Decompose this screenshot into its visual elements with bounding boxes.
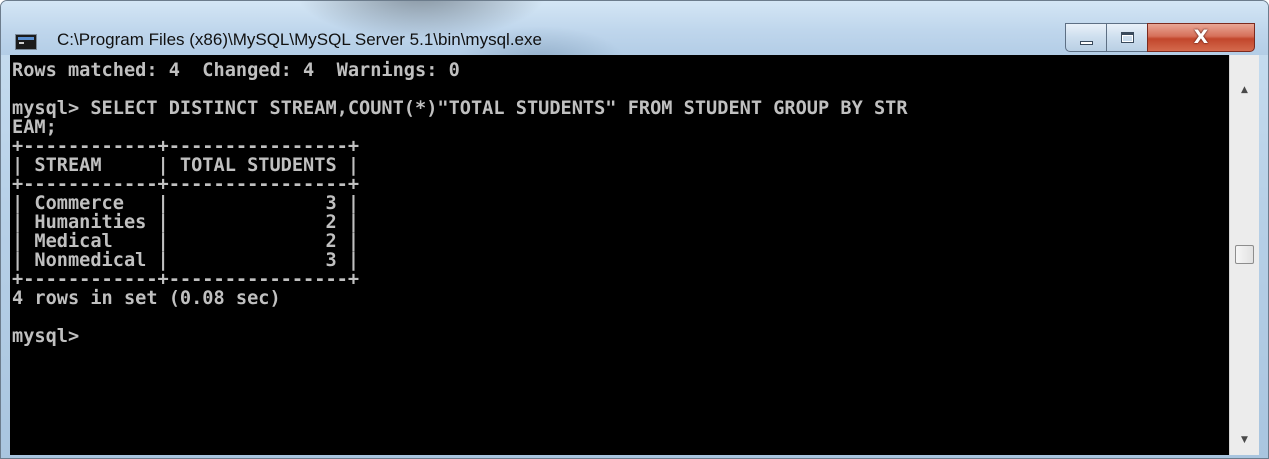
close-icon: X [1193, 26, 1209, 48]
close-button[interactable]: X [1147, 23, 1255, 52]
scroll-up-arrow-icon[interactable]: ▲ [1230, 77, 1259, 103]
console-line: +------------+----------------+ [12, 269, 360, 290]
minimize-icon [1079, 40, 1093, 45]
console-line: +------------+----------------+ [12, 136, 360, 157]
console-output-area[interactable]: Rows matched: 4 Changed: 4 Warnings: 0 m… [10, 55, 1229, 455]
minimize-button[interactable] [1065, 23, 1107, 52]
console-line: 4 rows in set (0.08 sec) [12, 288, 281, 309]
console-line: EAM; [12, 117, 57, 138]
console-line: mysql> SELECT DISTINCT STREAM,COUNT(*)"T… [12, 98, 908, 119]
console-line: +------------+----------------+ [12, 174, 360, 195]
console-line: | Nonmedical | 3 | [12, 250, 360, 271]
console-window: C:\Program Files (x86)\MySQL\MySQL Serve… [0, 0, 1269, 459]
scroll-down-arrow-icon[interactable]: ▼ [1230, 427, 1259, 453]
console-line: | Humanities | 2 | [12, 212, 360, 233]
maximize-icon [1120, 32, 1134, 43]
console-line: Rows matched: 4 Changed: 4 Warnings: 0 [12, 60, 460, 81]
scroll-thumb[interactable] [1235, 245, 1254, 264]
console-line: mysql> [12, 326, 80, 347]
console-line: | Medical | 2 | [12, 231, 360, 252]
maximize-button[interactable] [1106, 23, 1148, 52]
title-bar[interactable]: C:\Program Files (x86)\MySQL\MySQL Serve… [1, 1, 1268, 55]
window-title: C:\Program Files (x86)\MySQL\MySQL Serve… [57, 30, 542, 49]
console-line: | STREAM | TOTAL STUDENTS | [12, 155, 360, 176]
console-line: | Commerce | 3 | [12, 193, 360, 214]
console-app-icon[interactable] [15, 34, 37, 50]
vertical-scrollbar[interactable]: ▲ ▼ [1229, 55, 1259, 455]
console-text[interactable]: Rows matched: 4 Changed: 4 Warnings: 0 m… [12, 61, 908, 346]
